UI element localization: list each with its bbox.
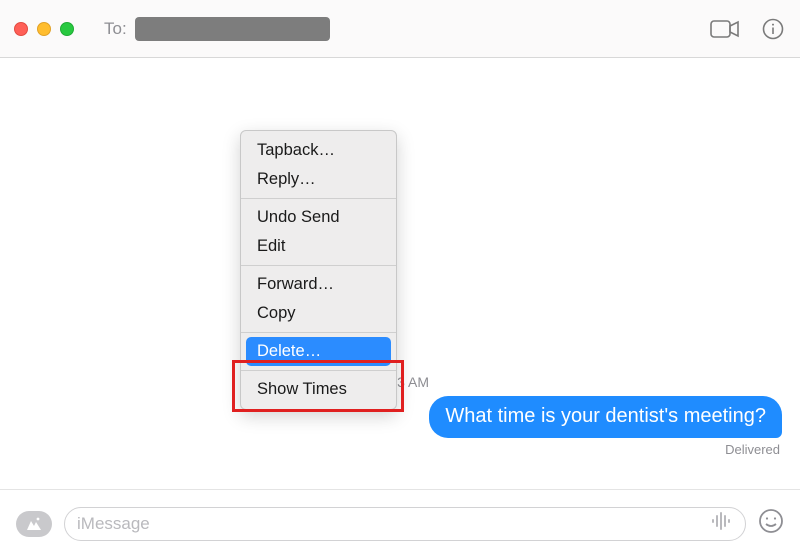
emoji-icon[interactable] <box>758 508 784 539</box>
message-timestamp: 11:43 AM <box>0 374 800 390</box>
menu-item-edit[interactable]: Edit <box>241 232 396 261</box>
info-icon[interactable] <box>762 18 784 40</box>
titlebar-actions <box>710 18 784 40</box>
menu-item-copy[interactable]: Copy <box>241 299 396 328</box>
menu-item-forward[interactable]: Forward… <box>241 270 396 299</box>
menu-item-reply[interactable]: Reply… <box>241 165 396 194</box>
to-field[interactable]: To: <box>104 17 710 41</box>
window-controls <box>14 22 74 36</box>
close-window-button[interactable] <box>14 22 28 36</box>
minimize-window-button[interactable] <box>37 22 51 36</box>
apps-button[interactable] <box>16 511 52 537</box>
fullscreen-window-button[interactable] <box>60 22 74 36</box>
recipient-redacted <box>135 17 330 41</box>
compose-bar: iMessage <box>0 489 800 557</box>
menu-item-undo-send[interactable]: Undo Send <box>241 203 396 232</box>
sent-message-text: What time is your dentist's meeting? <box>445 405 766 427</box>
menu-separator <box>241 332 396 333</box>
sent-message-bubble[interactable]: What time is your dentist's meeting? <box>429 396 782 438</box>
context-menu: Tapback…Reply… Undo SendEdit Forward…Copy D… <box>240 130 397 410</box>
menu-item-show-times[interactable]: Show Times <box>241 375 396 404</box>
menu-separator <box>241 198 396 199</box>
titlebar: To: <box>0 0 800 58</box>
menu-separator <box>241 370 396 371</box>
menu-separator <box>241 265 396 266</box>
delivery-status: Delivered <box>725 442 780 457</box>
message-input[interactable]: iMessage <box>64 507 746 541</box>
conversation-area: 11:43 AM What time is your dentist's mee… <box>0 58 800 489</box>
audio-message-icon[interactable] <box>711 512 733 535</box>
menu-item-tapback[interactable]: Tapback… <box>241 136 396 165</box>
menu-item-delete[interactable]: Delete… <box>246 337 391 366</box>
to-label: To: <box>104 19 127 39</box>
message-input-placeholder: iMessage <box>77 514 711 534</box>
facetime-icon[interactable] <box>710 19 740 39</box>
